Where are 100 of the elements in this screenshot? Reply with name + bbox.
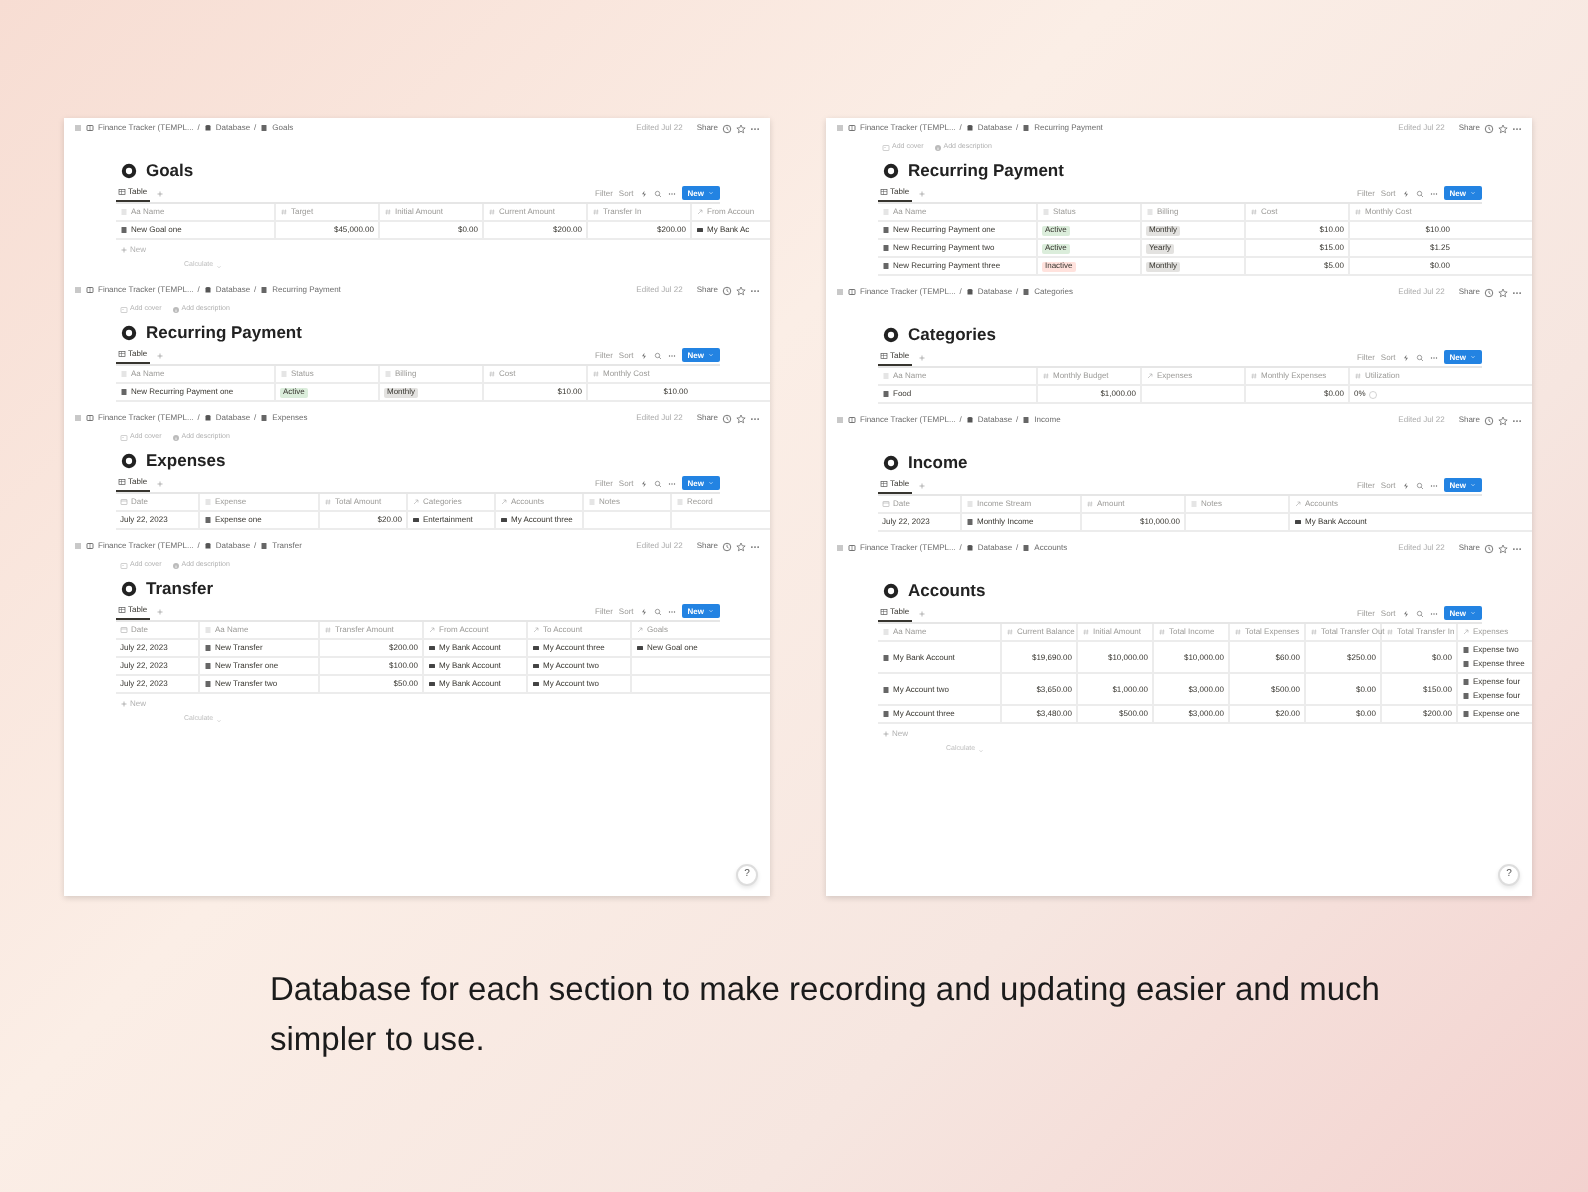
page-icon — [882, 453, 900, 471]
page-icon — [260, 286, 269, 294]
property-icon — [696, 208, 704, 216]
property-icon — [1386, 628, 1394, 636]
table-icon — [118, 350, 126, 358]
star-icon — [1498, 543, 1508, 553]
property-icon — [412, 498, 420, 506]
book-icon — [86, 414, 94, 422]
property-icon — [1294, 500, 1302, 508]
book-icon — [86, 124, 94, 132]
property-icon — [1082, 628, 1090, 636]
page-icon — [882, 161, 900, 179]
database-icon — [965, 416, 974, 424]
page-icon — [120, 226, 128, 234]
property-icon — [1006, 628, 1014, 636]
page-title: Transfer — [146, 579, 214, 597]
table-icon — [118, 606, 126, 614]
database-icon — [965, 288, 974, 296]
image-icon — [120, 433, 128, 441]
card-icon — [696, 226, 704, 234]
property-icon — [1086, 500, 1094, 508]
search-icon — [1415, 353, 1424, 361]
database-icon — [965, 124, 974, 132]
info-icon — [171, 305, 180, 313]
property-icon — [636, 626, 644, 634]
info-icon — [933, 143, 942, 151]
property-icon — [882, 500, 890, 508]
clock-icon — [722, 123, 732, 133]
star-icon — [1498, 123, 1508, 133]
property-icon — [1310, 628, 1318, 636]
page-icon — [260, 542, 269, 550]
property-icon — [1234, 628, 1242, 636]
clock-icon — [722, 285, 732, 295]
property-icon — [592, 370, 600, 378]
property-icon — [120, 626, 128, 634]
table-icon — [118, 188, 126, 196]
property-icon — [500, 498, 508, 506]
clock-icon — [722, 413, 732, 423]
card-icon — [636, 644, 644, 652]
star-icon — [736, 541, 746, 551]
image-icon — [120, 561, 128, 569]
info-icon — [171, 561, 180, 569]
search-icon — [653, 189, 662, 197]
property-icon — [1250, 208, 1258, 216]
info-icon — [171, 433, 180, 441]
page-icon — [882, 390, 890, 398]
table-icon — [880, 188, 888, 196]
property-icon — [1462, 628, 1470, 636]
page-icon — [120, 323, 138, 341]
plus-icon — [120, 699, 128, 707]
property-icon — [592, 208, 600, 216]
page-icon — [260, 414, 269, 422]
property-icon — [280, 208, 288, 216]
page-icon — [882, 244, 890, 252]
search-icon — [1415, 481, 1424, 489]
page-title: Categories — [908, 325, 996, 343]
image-icon — [882, 143, 890, 151]
page-icon — [882, 325, 900, 343]
table-icon — [880, 480, 888, 488]
page-title: Accounts — [908, 581, 986, 599]
database-icon — [203, 542, 212, 550]
image-icon — [120, 305, 128, 313]
database-icon — [965, 544, 974, 552]
database-icon — [203, 124, 212, 132]
database-icon — [203, 286, 212, 294]
property-icon — [1354, 372, 1362, 380]
progress-ring-icon — [1368, 389, 1379, 399]
property-icon — [428, 626, 436, 634]
clock-icon — [1484, 287, 1494, 297]
page-title: Recurring Payment — [908, 161, 1064, 179]
star-icon — [736, 413, 746, 423]
property-icon — [324, 626, 332, 634]
card-icon — [1294, 518, 1302, 526]
search-icon — [653, 607, 662, 615]
page-title: Expenses — [146, 451, 226, 469]
book-icon — [86, 542, 94, 550]
database-icon — [203, 414, 212, 422]
book-icon — [86, 286, 94, 294]
search-icon — [653, 479, 662, 487]
card-icon — [532, 662, 540, 670]
card-icon — [532, 680, 540, 688]
book-icon — [848, 288, 856, 296]
card-icon — [412, 516, 420, 524]
clock-icon — [1484, 123, 1494, 133]
page-title: Income — [908, 453, 968, 471]
card-icon — [532, 644, 540, 652]
clock-icon — [1484, 415, 1494, 425]
page-icon — [882, 710, 890, 718]
property-icon — [1354, 208, 1362, 216]
property-icon — [1250, 372, 1258, 380]
property-icon — [384, 208, 392, 216]
card-icon — [428, 680, 436, 688]
property-icon — [1146, 372, 1154, 380]
caption-text: Database for each section to make recording and updating easier and much simpler to use. — [270, 970, 1382, 1062]
plus-icon — [120, 245, 128, 253]
page-icon — [204, 662, 212, 670]
page-icon — [1022, 288, 1031, 296]
page-icon — [882, 262, 890, 270]
table-icon — [880, 352, 888, 360]
book-icon — [848, 416, 856, 424]
